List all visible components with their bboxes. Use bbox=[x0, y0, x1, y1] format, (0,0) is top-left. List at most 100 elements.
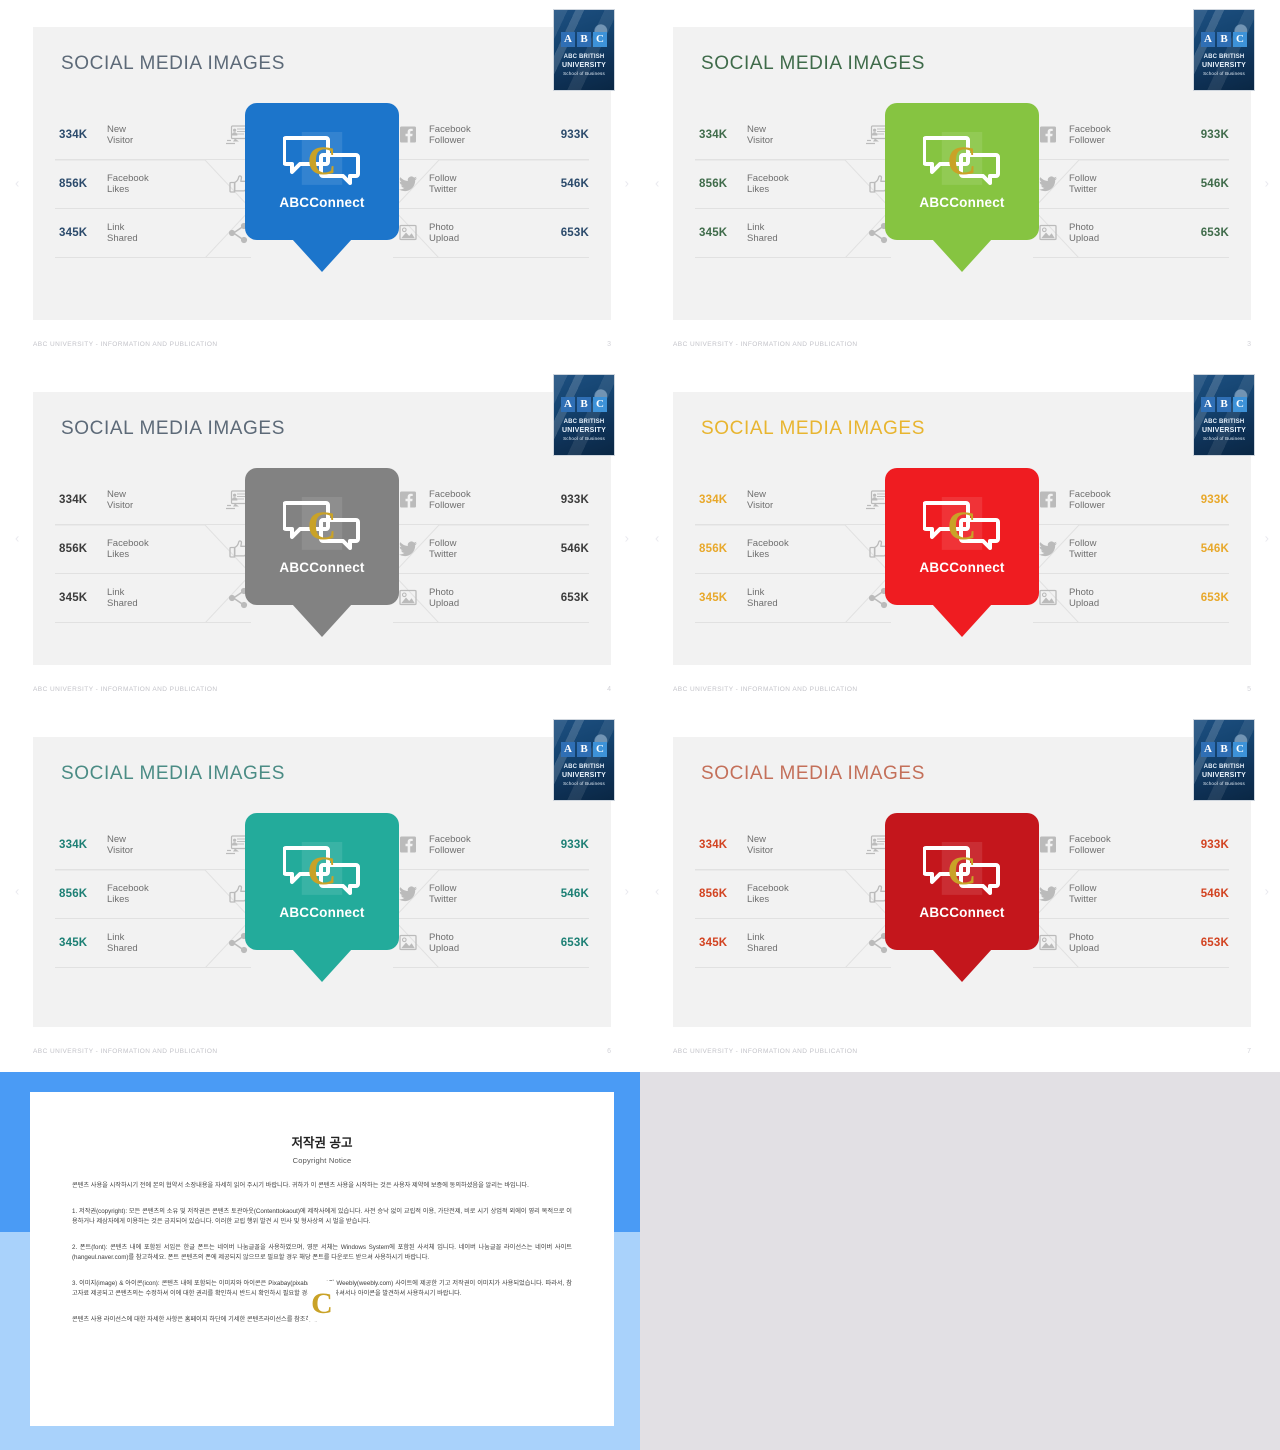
empty-grid-cell bbox=[640, 1072, 1280, 1450]
next-slide-arrow[interactable]: › bbox=[625, 885, 629, 898]
brand-bubble-wrap[interactable]: C ABCConnect bbox=[245, 103, 399, 272]
brand-bubble[interactable]: C ABCConnect bbox=[245, 468, 399, 637]
stat-row[interactable]: 345K Link Shared bbox=[55, 574, 251, 623]
stat-row[interactable]: Photo Upload 653K bbox=[1033, 574, 1229, 623]
bubble-tail bbox=[292, 949, 352, 982]
stat-row[interactable]: Photo Upload 653K bbox=[393, 919, 589, 968]
next-slide-arrow[interactable]: › bbox=[1265, 885, 1269, 898]
slide-thumbnail[interactable]: SOCIAL MEDIA IMAGES 334K New Visitor 856K bbox=[640, 710, 1280, 1072]
prev-slide-arrow[interactable]: ‹ bbox=[655, 885, 659, 898]
stat-value: 345K bbox=[699, 227, 728, 239]
stat-row[interactable]: 856K Facebook Likes bbox=[55, 525, 251, 574]
prev-slide-arrow[interactable]: ‹ bbox=[15, 176, 19, 189]
logo-letter-b: B bbox=[577, 32, 591, 47]
stat-row[interactable]: Photo Upload 653K bbox=[1033, 919, 1229, 968]
logo-line-2: UNIVERSITY bbox=[1201, 62, 1246, 69]
brand-bubble-wrap[interactable]: C ABCConnect bbox=[245, 468, 399, 637]
footer-text: ABC UNIVERSITY - INFORMATION AND PUBLICA… bbox=[673, 341, 858, 348]
stat-row[interactable]: 334K New Visitor bbox=[55, 111, 251, 160]
next-slide-arrow[interactable]: › bbox=[625, 531, 629, 544]
slide-thumbnail[interactable]: SOCIAL MEDIA IMAGES 334K New Visitor 856K bbox=[0, 0, 640, 365]
slide-thumbnail[interactable]: SOCIAL MEDIA IMAGES 334K New Visitor 856K bbox=[640, 0, 1280, 365]
brand-bubble[interactable]: C ABCConnect bbox=[245, 103, 399, 272]
slide-thumbnail[interactable]: SOCIAL MEDIA IMAGES 334K New Visitor 856K bbox=[0, 365, 640, 710]
brand-bubble[interactable]: C ABCConnect bbox=[885, 103, 1039, 272]
stat-row[interactable]: 334K New Visitor bbox=[695, 476, 891, 525]
stat-row[interactable]: 856K Facebook Likes bbox=[55, 870, 251, 919]
brand-bubble[interactable]: C ABCConnect bbox=[245, 813, 399, 982]
stat-label-line2: Likes bbox=[747, 894, 770, 905]
stat-label: Follow Twitter bbox=[419, 883, 555, 905]
logo-letter-a: A bbox=[1201, 742, 1215, 757]
slide-thumbnail[interactable]: SOCIAL MEDIA IMAGES 334K New Visitor 856K bbox=[0, 710, 640, 1072]
brand-bubble[interactable]: C ABCConnect bbox=[885, 468, 1039, 637]
stat-label-line2: Follower bbox=[1069, 135, 1105, 146]
stat-row[interactable]: Facebook Follower 933K bbox=[393, 821, 589, 870]
prev-slide-arrow[interactable]: ‹ bbox=[655, 531, 659, 544]
stat-row[interactable]: Follow Twitter 546K bbox=[393, 525, 589, 574]
stat-row[interactable]: 334K New Visitor bbox=[55, 476, 251, 525]
speech-bubbles-icon: C bbox=[923, 131, 1001, 189]
brand-bubble-wrap[interactable]: C ABCConnect bbox=[885, 468, 1039, 637]
stat-row[interactable]: Photo Upload 653K bbox=[393, 574, 589, 623]
slide-canvas: SOCIAL MEDIA IMAGES 334K New Visitor 856K bbox=[673, 27, 1251, 320]
stat-label-line2: Follower bbox=[429, 845, 465, 856]
stat-row[interactable]: Follow Twitter 546K bbox=[393, 160, 589, 209]
stat-row[interactable]: 345K Link Shared bbox=[695, 919, 891, 968]
copyright-slide[interactable]: 저작권 공고 Copyright Notice 콘텐츠 사용을 시작하시기 전에… bbox=[0, 1072, 640, 1450]
slide-thumbnail[interactable]: SOCIAL MEDIA IMAGES 334K New Visitor 856K bbox=[640, 365, 1280, 710]
stat-row[interactable]: 856K Facebook Likes bbox=[695, 160, 891, 209]
logo-line-3: School of Business bbox=[563, 71, 605, 76]
prev-slide-arrow[interactable]: ‹ bbox=[15, 531, 19, 544]
stat-label-line2: Likes bbox=[747, 184, 770, 195]
stat-row[interactable]: Follow Twitter 546K bbox=[1033, 160, 1229, 209]
stat-row[interactable]: 856K Facebook Likes bbox=[695, 870, 891, 919]
stat-row[interactable]: Photo Upload 653K bbox=[393, 209, 589, 258]
brand-bubble-wrap[interactable]: C ABCConnect bbox=[885, 103, 1039, 272]
stat-row[interactable]: 345K Link Shared bbox=[55, 209, 251, 258]
stat-value: 345K bbox=[59, 227, 88, 239]
slide-title: SOCIAL MEDIA IMAGES bbox=[701, 763, 925, 784]
stat-row[interactable]: 345K Link Shared bbox=[695, 209, 891, 258]
stat-row[interactable]: 334K New Visitor bbox=[695, 821, 891, 870]
stat-label: Facebook Likes bbox=[97, 173, 225, 195]
logo-line-3: School of Business bbox=[1203, 781, 1245, 786]
stat-value: 345K bbox=[699, 937, 728, 949]
photo-icon bbox=[1037, 932, 1059, 954]
stat-label: Facebook Likes bbox=[97, 883, 225, 905]
stat-row[interactable]: Facebook Follower 933K bbox=[1033, 821, 1229, 870]
next-slide-arrow[interactable]: › bbox=[1265, 176, 1269, 189]
stat-row[interactable]: 856K Facebook Likes bbox=[695, 525, 891, 574]
stat-row[interactable]: Facebook Follower 933K bbox=[1033, 476, 1229, 525]
stat-label-line1: Photo bbox=[429, 222, 454, 233]
stat-row[interactable]: 334K New Visitor bbox=[695, 111, 891, 160]
stat-label-line2: Follower bbox=[1069, 845, 1105, 856]
stat-row[interactable]: Facebook Follower 933K bbox=[393, 111, 589, 160]
stat-label-line1: Photo bbox=[1069, 222, 1094, 233]
prev-slide-arrow[interactable]: ‹ bbox=[655, 176, 659, 189]
stat-row[interactable]: 345K Link Shared bbox=[55, 919, 251, 968]
prev-slide-arrow[interactable]: ‹ bbox=[15, 885, 19, 898]
slide-page-number: 4 bbox=[607, 686, 611, 693]
next-slide-arrow[interactable]: › bbox=[625, 176, 629, 189]
stat-row[interactable]: Follow Twitter 546K bbox=[1033, 525, 1229, 574]
stat-row[interactable]: 345K Link Shared bbox=[695, 574, 891, 623]
stat-row[interactable]: Facebook Follower 933K bbox=[393, 476, 589, 525]
stat-row[interactable]: Follow Twitter 546K bbox=[1033, 870, 1229, 919]
stat-label-line1: Facebook bbox=[747, 173, 789, 184]
left-stats-column: 334K New Visitor 856K Facebook Likes 345K … bbox=[695, 821, 891, 968]
stat-row[interactable]: 334K New Visitor bbox=[55, 821, 251, 870]
logo-photo-backdrop bbox=[1194, 375, 1254, 455]
brand-bubble-wrap[interactable]: C ABCConnect bbox=[245, 813, 399, 982]
next-slide-arrow[interactable]: › bbox=[1265, 531, 1269, 544]
stat-row[interactable]: Follow Twitter 546K bbox=[393, 870, 589, 919]
logo-letter-b: B bbox=[1217, 742, 1231, 757]
brand-bubble[interactable]: C ABCConnect bbox=[885, 813, 1039, 982]
brand-bubble-wrap[interactable]: C ABCConnect bbox=[885, 813, 1039, 982]
stat-row[interactable]: Facebook Follower 933K bbox=[1033, 111, 1229, 160]
stat-row[interactable]: Photo Upload 653K bbox=[1033, 209, 1229, 258]
stat-row[interactable]: 856K Facebook Likes bbox=[55, 160, 251, 209]
right-stats-column: Facebook Follower 933K Follow Twitter 546K… bbox=[393, 476, 589, 623]
left-stats-column: 334K New Visitor 856K Facebook Likes 345K … bbox=[695, 476, 891, 623]
footer-text: ABC UNIVERSITY - INFORMATION AND PUBLICA… bbox=[33, 341, 218, 348]
